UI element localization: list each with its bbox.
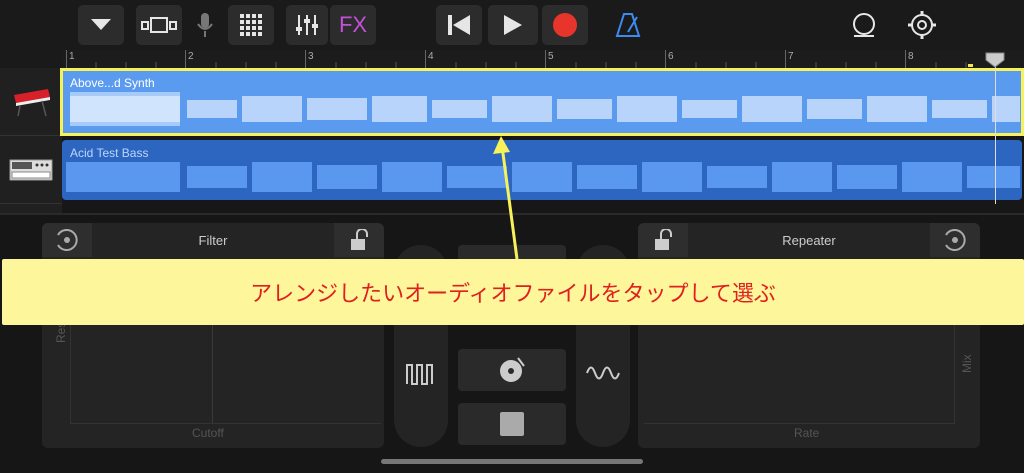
ruler-bar-number: 1	[69, 51, 75, 62]
play-button[interactable]	[488, 5, 538, 45]
repeater-panel: Repeater Mix Rate	[638, 223, 980, 448]
playhead-line	[995, 54, 996, 204]
sine-wave-icon	[586, 366, 620, 380]
repeater-y-axis-label: Mix	[960, 354, 974, 373]
mic-button[interactable]	[184, 5, 226, 45]
tracks-dropdown-button[interactable]	[78, 5, 124, 45]
rewind-icon	[448, 15, 470, 35]
settings-button[interactable]	[902, 5, 942, 45]
lock-icon	[655, 229, 672, 250]
annotation-callout: アレンジしたいオーディオファイルをタップして選ぶ	[2, 259, 1024, 325]
synth-keyboard-icon	[14, 88, 50, 116]
mixer-button[interactable]	[286, 5, 328, 45]
track-lanes: Above...d Synth Acid Test Bass	[60, 54, 1024, 213]
filter-crosshair	[212, 323, 213, 423]
repeater-record-button[interactable]	[930, 223, 980, 257]
loop-icon	[853, 13, 875, 37]
stop-icon	[500, 412, 524, 436]
playhead-handle-icon[interactable]	[985, 52, 1005, 68]
ruler-bar-number: 6	[668, 51, 674, 62]
dropdown-icon	[91, 19, 111, 30]
fx-button[interactable]: FX	[330, 5, 376, 45]
ruler-bar-number: 4	[428, 51, 434, 62]
track-view-button[interactable]	[136, 5, 182, 45]
home-indicator[interactable]	[381, 459, 643, 464]
region-title: Acid Test Bass	[70, 146, 149, 160]
filter-x-axis-label: Cutoff	[192, 426, 224, 440]
record-button[interactable]	[542, 5, 588, 45]
mic-icon	[197, 13, 213, 37]
annotation-text: アレンジしたいオーディオファイルをタップして選ぶ	[250, 282, 776, 307]
ruler-bar-number: 5	[548, 51, 554, 62]
selection-highlight	[60, 68, 1024, 136]
waveform	[66, 162, 1020, 192]
ruler-bar-number: 2	[188, 51, 194, 62]
timeline-ruler[interactable]: 1 2 3 4 5 6 7 8	[62, 50, 1024, 69]
grid-icon	[240, 14, 262, 36]
track-header-bass[interactable]	[0, 136, 62, 204]
track-header-synth[interactable]	[0, 68, 62, 136]
record-automation-icon	[945, 229, 966, 251]
loop-browser-button[interactable]	[844, 5, 884, 45]
metronome-button[interactable]	[610, 5, 646, 45]
lock-icon	[351, 229, 368, 250]
filter-title: Filter	[198, 232, 228, 248]
metronome-icon	[615, 13, 641, 37]
bass-synth-icon	[9, 159, 53, 180]
stop-button[interactable]	[458, 403, 566, 445]
repeater-lock-button[interactable]	[638, 223, 688, 257]
record-automation-icon	[57, 229, 78, 251]
turntable-icon	[500, 357, 525, 382]
audio-region-bass[interactable]: Acid Test Bass	[62, 140, 1022, 200]
mixer-icon	[296, 15, 318, 35]
toolbar: FX	[0, 0, 1024, 50]
repeater-title: Repeater	[782, 232, 836, 248]
ruler-bar-number: 3	[308, 51, 314, 62]
turntable-button[interactable]	[458, 349, 566, 391]
record-icon	[553, 13, 577, 37]
play-icon	[504, 15, 522, 35]
settings-icon	[908, 11, 936, 39]
loop-marker	[968, 64, 973, 67]
filter-panel: Filter Resonance Cutoff	[42, 223, 384, 448]
annotation-arrow	[493, 136, 519, 260]
ruler-bar-number: 7	[788, 51, 794, 62]
repeater-x-axis-label: Rate	[794, 426, 820, 440]
track-headers	[0, 68, 62, 213]
filter-lock-button[interactable]	[334, 223, 384, 257]
filter-record-button[interactable]	[42, 223, 92, 257]
ruler-bar-number: 8	[908, 51, 914, 62]
square-wave-icon	[406, 364, 433, 385]
view-icon	[141, 17, 177, 33]
rewind-button[interactable]	[436, 5, 482, 45]
grid-button[interactable]	[228, 5, 274, 45]
